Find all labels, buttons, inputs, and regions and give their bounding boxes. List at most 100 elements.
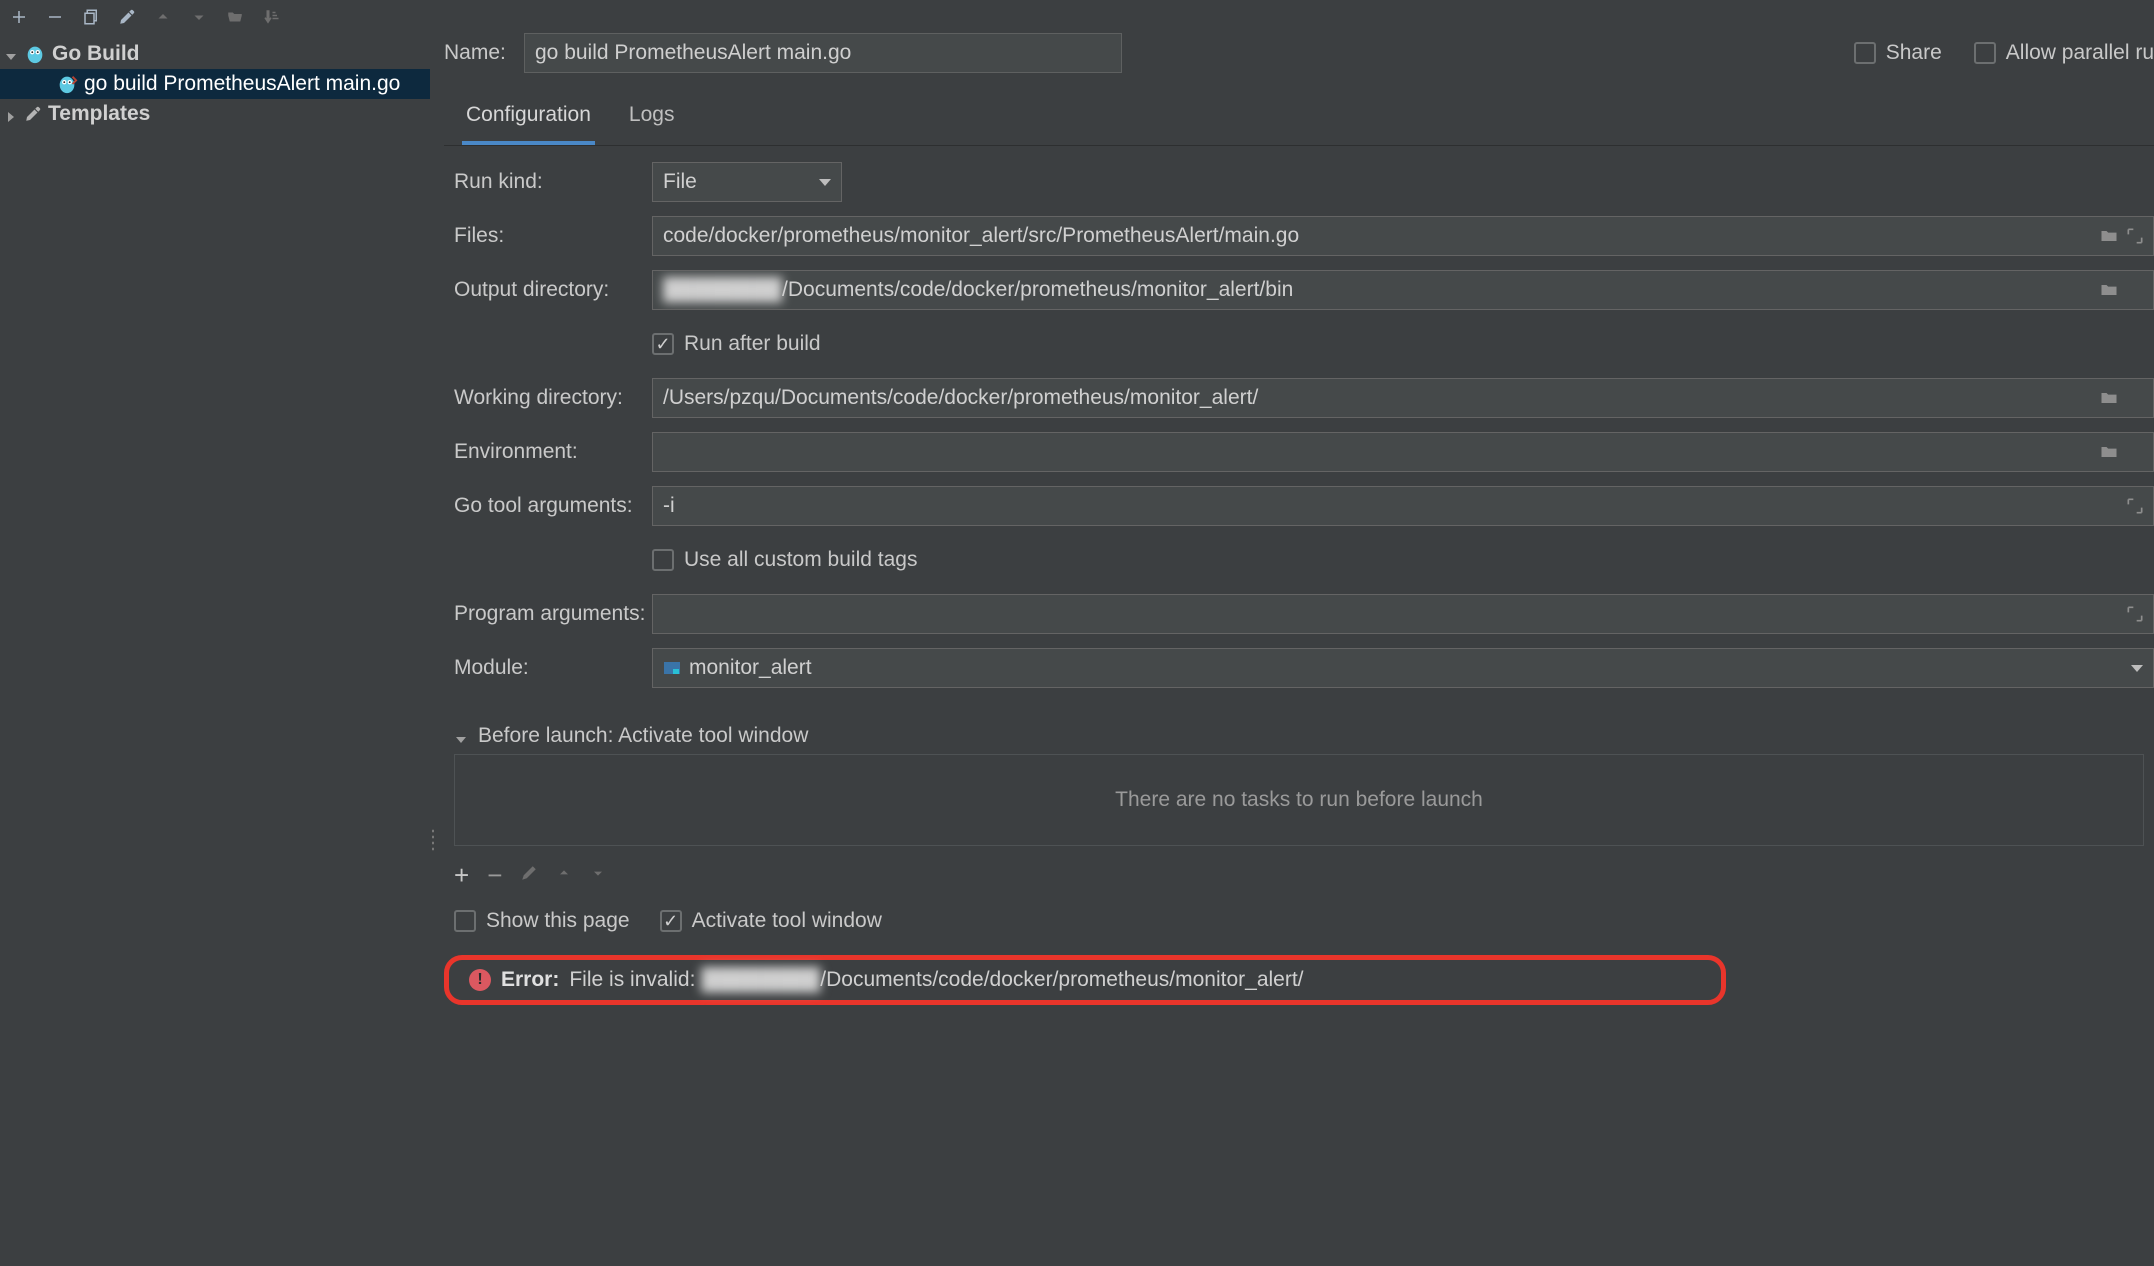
before-launch-section: Before launch: Activate tool window Ther… [454,724,2144,933]
run-after-build-checkbox[interactable]: Run after build [652,332,821,356]
module-value: monitor_alert [689,656,812,680]
before-launch-title: Before launch: Activate tool window [478,724,808,748]
show-this-page-label: Show this page [486,909,630,933]
row-go-tool-args: Go tool arguments: -i [454,484,2154,528]
name-row: Name: Share Allow parallel ru [444,33,2154,73]
gopher-icon [56,73,78,95]
use-all-tags-checkbox[interactable]: Use all custom build tags [652,548,917,572]
row-environment: Environment: [454,430,2154,474]
remove-task-icon: − [487,860,502,891]
run-kind-label: Run kind: [454,170,650,194]
module-icon [663,659,681,677]
show-this-page-checkbox[interactable]: Show this page [454,909,630,933]
tab-configuration[interactable]: Configuration [462,91,595,145]
chevron-down-icon [2131,665,2143,672]
tree-node-templates[interactable]: Templates [0,99,430,129]
before-launch-options: Show this page Activate tool window [454,909,2144,933]
row-files: Files: code/docker/prometheus/monitor_al… [454,214,2154,258]
run-after-build-label: Run after build [684,332,821,356]
activate-tool-window-label: Activate tool window [692,909,882,933]
working-dir-label: Working directory: [454,386,650,410]
tree-label: go build PrometheusAlert main.go [84,72,400,96]
folder-icon[interactable] [2099,442,2119,462]
add-icon[interactable] [8,6,30,28]
share-checkbox[interactable]: Share [1854,41,1942,65]
name-input[interactable] [524,33,1122,73]
share-label: Share [1886,41,1942,65]
go-tool-args-label: Go tool arguments: [454,494,650,518]
tree-label: Templates [48,102,150,126]
chevron-down-icon [4,47,18,61]
run-kind-select[interactable]: File [652,162,842,202]
environment-label: Environment: [454,440,650,464]
run-kind-value: File [663,170,697,194]
expand-icon[interactable] [2125,604,2145,624]
working-dir-value: /Users/pzqu/Documents/code/docker/promet… [663,386,1258,410]
row-module: Module: monitor_alert [454,646,2154,690]
output-dir-label: Output directory: [454,278,650,302]
chevron-down-icon [819,179,831,186]
module-label: Module: [454,656,650,680]
tree-node-run-config[interactable]: go build PrometheusAlert main.go [0,69,430,99]
output-dir-input[interactable]: ████████/Documents/code/docker/prometheu… [652,270,2154,310]
row-run-kind: Run kind: File [454,160,2154,204]
gopher-icon [24,43,46,65]
error-icon: ! [469,969,491,991]
output-dir-value: ████████/Documents/code/docker/prometheu… [663,278,1293,302]
allow-parallel-label: Allow parallel ru [2006,41,2154,65]
config-panel: Name: Share Allow parallel ru Configurat… [436,33,2154,1266]
environment-input[interactable] [652,432,2154,472]
module-select[interactable]: monitor_alert [652,648,2154,688]
chevron-right-icon [4,107,18,121]
configuration-form: Run kind: File Files: code/docker/promet… [444,146,2154,690]
expand-icon[interactable] [2125,496,2145,516]
chevron-down-icon [454,729,468,743]
files-value: code/docker/prometheus/monitor_alert/src… [663,224,1299,248]
program-args-input[interactable] [652,594,2154,634]
row-output-dir: Output directory: ████████/Documents/cod… [454,268,2154,312]
folder-icon[interactable] [2099,388,2119,408]
expand-icon[interactable] [2125,226,2145,246]
program-args-label: Program arguments: [454,602,650,626]
error-message: File is invalid: ████████/Documents/code… [569,968,1303,992]
before-launch-toolbar: + − [454,860,2144,891]
configurations-tree: Go Build go build PrometheusAlert main.g… [0,33,430,1266]
use-all-tags-label: Use all custom build tags [684,548,917,572]
tree-node-go-build[interactable]: Go Build [0,39,430,69]
move-up-icon [556,864,572,887]
remove-icon[interactable] [44,6,66,28]
working-dir-input[interactable]: /Users/pzqu/Documents/code/docker/promet… [652,378,2154,418]
row-run-after-build: Run after build [454,322,2154,366]
main-split: Go Build go build PrometheusAlert main.g… [0,33,2154,1266]
wrench-icon [24,105,42,123]
edit-task-icon [520,864,538,888]
add-task-icon[interactable]: + [454,860,469,891]
copy-icon[interactable] [80,6,102,28]
tabs: Configuration Logs [444,91,2154,146]
before-launch-tasks: There are no tasks to run before launch [454,754,2144,846]
move-down-icon[interactable] [188,6,210,28]
row-program-args: Program arguments: [454,592,2154,636]
sort-icon[interactable] [260,6,282,28]
before-launch-header[interactable]: Before launch: Activate tool window [454,724,2144,748]
toolbar [0,0,2154,33]
tab-logs[interactable]: Logs [625,91,679,145]
error-banner: ! Error: File is invalid: ████████/Docum… [444,955,1726,1005]
allow-parallel-checkbox[interactable]: Allow parallel ru [1974,41,2154,65]
row-use-all-tags: Use all custom build tags [454,538,2154,582]
move-down-icon [590,864,606,887]
settings-icon[interactable] [116,6,138,28]
row-working-dir: Working directory: /Users/pzqu/Documents… [454,376,2154,420]
folder-icon[interactable] [2099,280,2119,300]
go-tool-args-value: -i [663,494,675,518]
go-tool-args-input[interactable]: -i [652,486,2154,526]
activate-tool-window-checkbox[interactable]: Activate tool window [660,909,882,933]
files-label: Files: [454,224,650,248]
files-input[interactable]: code/docker/prometheus/monitor_alert/src… [652,216,2154,256]
folder-icon[interactable] [2099,226,2119,246]
move-up-icon[interactable] [152,6,174,28]
name-label: Name: [444,41,502,65]
folder-open-icon[interactable] [224,6,246,28]
error-label: Error: [501,968,559,992]
tree-label: Go Build [52,42,140,66]
